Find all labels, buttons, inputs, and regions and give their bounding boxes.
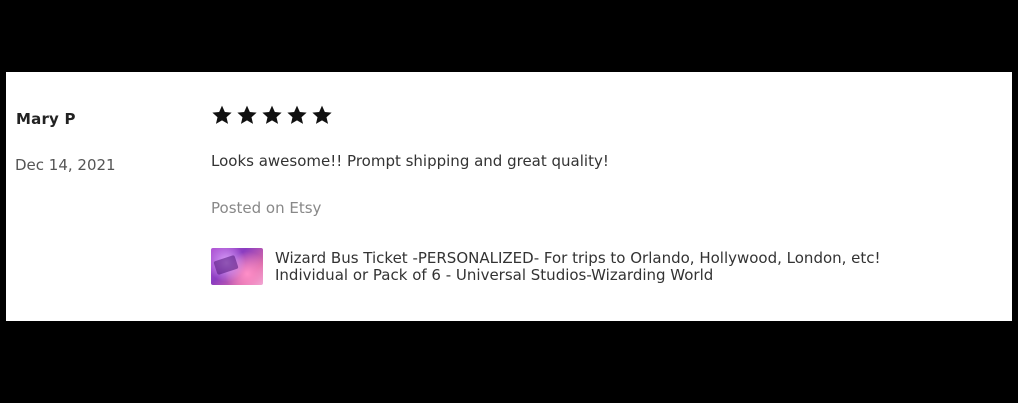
- thumbnail-detail: [213, 254, 239, 276]
- star-icon: [237, 105, 257, 124]
- star-icon: [212, 105, 232, 124]
- screenshot-frame: Mary P Dec 14, 2021 Looks awesome!! Prom…: [0, 0, 1018, 403]
- star-icon: [262, 105, 282, 124]
- listing-link[interactable]: Wizard Bus Ticket -PERSONALIZED- For tri…: [211, 248, 991, 285]
- review-card: Mary P Dec 14, 2021 Looks awesome!! Prom…: [6, 72, 1012, 321]
- listing-title-line-1: Wizard Bus Ticket -PERSONALIZED- For tri…: [275, 249, 881, 267]
- reviewer-name: Mary P: [16, 110, 76, 128]
- posted-on-label: Posted on Etsy: [211, 199, 322, 217]
- star-icon: [287, 105, 307, 124]
- listing-title[interactable]: Wizard Bus Ticket -PERSONALIZED- For tri…: [275, 250, 881, 284]
- review-date: Dec 14, 2021: [15, 156, 116, 174]
- listing-title-line-2: Individual or Pack of 6 - Universal Stud…: [275, 266, 714, 284]
- star-icon: [312, 105, 332, 124]
- listing-thumbnail-image[interactable]: [211, 248, 263, 285]
- review-text: Looks awesome!! Prompt shipping and grea…: [211, 152, 609, 170]
- star-rating: [211, 104, 333, 126]
